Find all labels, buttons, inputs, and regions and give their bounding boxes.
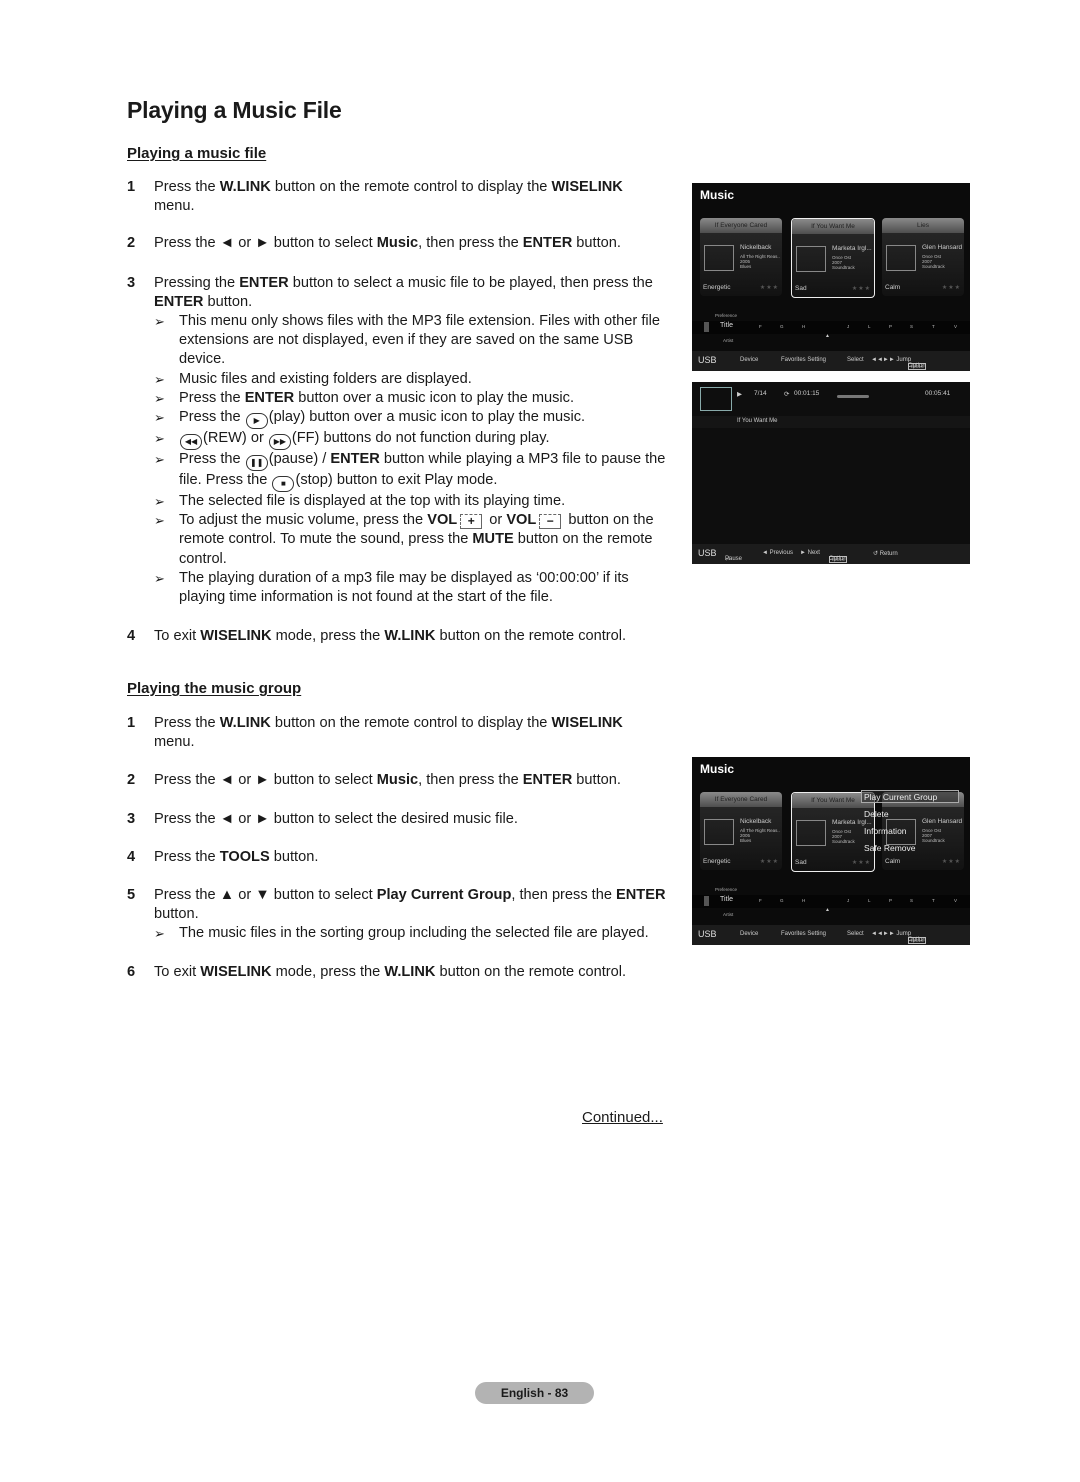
- menu-item-safe-remove[interactable]: Safe Remove: [864, 840, 937, 857]
- sort-preference: Preference: [715, 313, 738, 318]
- star-rating-icon: ★★★: [941, 285, 961, 291]
- page-title: Playing a Music File: [127, 97, 342, 123]
- select-button[interactable]: Select: [847, 931, 864, 937]
- minus-icon: −: [539, 514, 562, 530]
- jump-button[interactable]: ◄◄►► Jump: [871, 357, 911, 363]
- select-button[interactable]: Select: [847, 357, 864, 363]
- sort-current[interactable]: Title: [720, 322, 733, 329]
- star-rating-icon: ★★★: [759, 859, 779, 865]
- sort-artist: Artist: [723, 338, 734, 343]
- tv-screenshot-music-menu: Music If Everyone Cared Nickelback All The…: [692, 183, 970, 371]
- sort-artist: Artist: [723, 912, 734, 917]
- step-4: 4 Press the TOOLS button.: [127, 848, 319, 865]
- note: ➢ Music files and existing folders are di…: [154, 370, 472, 387]
- total-time: 00:05:41: [925, 390, 951, 397]
- star-rating-icon: ★★★: [941, 859, 961, 865]
- star-rating-icon: ★★★: [759, 285, 779, 291]
- section-title-playing-the-music-group: Playing the music group: [127, 680, 302, 697]
- stop-button-icon: ■: [272, 476, 295, 493]
- note: ➢ Press the ENTER button over a music ico…: [154, 389, 575, 406]
- song-title[interactable]: If You Want Me: [737, 418, 777, 424]
- menu-item-information[interactable]: Information: [864, 823, 937, 840]
- return-button[interactable]: ↺ Return: [873, 550, 898, 557]
- play-button-icon: ▶: [245, 413, 268, 430]
- step-1: 1 Press the W.LINK button on the remote c…: [127, 179, 623, 215]
- music-card[interactable]: If Everyone Cared Nickelback All The Right…: [700, 792, 782, 870]
- album-art: [704, 245, 734, 271]
- music-card[interactable]: If Everyone Cared Nickelback All The Right…: [700, 218, 782, 296]
- caret-up-icon: ▲: [825, 333, 830, 339]
- step-2: 2 Press the ◄ or ► button to select Music…: [127, 235, 621, 252]
- note: ➢ The selected file is displayed at the t…: [154, 493, 566, 510]
- rewind-button-icon: ◀◀: [180, 434, 202, 451]
- step-1: 1 Press the W.LINK button on the remote c…: [127, 715, 623, 751]
- fast-forward-button-icon: ▶▶: [268, 434, 291, 451]
- page-number-badge: English - 83: [475, 1382, 594, 1404]
- continued-label: Continued...: [582, 1109, 663, 1126]
- album-art: [796, 246, 826, 272]
- note: ➢ ◀◀ (REW) or ▶▶ (FF) buttons do not functi…: [127, 429, 667, 451]
- album-art: [886, 245, 916, 271]
- tv-footer: USB Device Favorites Setting Select ◄◄►►…: [692, 925, 970, 945]
- sort-icon: [704, 322, 709, 332]
- pause-button-icon: ❚❚: [245, 455, 268, 472]
- sort-current[interactable]: Title: [720, 896, 733, 903]
- track-counter: 7/14: [754, 390, 767, 397]
- tv-footer: USB Device Favorites Setting Select ◄◄►►…: [692, 351, 970, 371]
- plus-icon: +: [460, 514, 483, 530]
- device-button[interactable]: Device: [740, 931, 758, 937]
- play-icon: ▶: [737, 391, 742, 398]
- previous-button[interactable]: ◄ Previous: [762, 550, 793, 556]
- note: ➢ This menu only shows files with the MP3…: [154, 313, 660, 368]
- step-3: 3 Pressing the ENTER button to select a m…: [127, 274, 653, 310]
- sort-preference: Preference: [715, 887, 738, 892]
- step-4: 4 To exit WISELINK mode, press the W.LINK…: [127, 628, 627, 645]
- step-3: 3 Press the ◄ or ► button to select the d…: [127, 810, 518, 827]
- step-5: 5 Press the ▲ or ▼ button to select Play …: [127, 887, 666, 923]
- device-button[interactable]: Device: [740, 357, 758, 363]
- jump-button[interactable]: ◄◄►► Jump: [871, 931, 911, 937]
- music-card-selected[interactable]: If You Want Me Marketa Irgl... Once Ost 20…: [791, 792, 875, 872]
- note: ➢ The music files in the sorting group in…: [154, 925, 649, 942]
- tv-screenshot-player: ▶ 7/14 ⟳ 00:01:15 00:05:41 If You Want M…: [692, 382, 970, 564]
- playlist-row: [692, 416, 970, 428]
- note: ➢ Press the ▶ (play) button over a music i…: [127, 408, 667, 430]
- volume-bar[interactable]: [837, 395, 869, 398]
- tv-title: Music: [700, 762, 735, 776]
- tools-popup-menu: Play Current Group Delete Information Sa…: [861, 789, 959, 857]
- letter-index[interactable]: FGHJLPSTV: [754, 898, 964, 906]
- elapsed-time: 00:01:15: [794, 390, 820, 397]
- tv-title: Music: [700, 188, 735, 202]
- star-rating-icon: ★★★: [851, 860, 871, 866]
- music-card[interactable]: LiesGlen HansardOnce Ost 2007 Soundtrack…: [882, 218, 964, 296]
- caret-up-icon: ▲: [825, 907, 830, 913]
- step-2: 2 Press the ◄ or ► button to select Music…: [127, 772, 621, 789]
- favorites-setting-button[interactable]: Favorites Setting: [781, 931, 826, 937]
- section2-steps: 1 Press the W.LINK button on the remote c…: [127, 714, 667, 982]
- menu-item-play-current-group[interactable]: Play Current Group: [864, 789, 937, 806]
- letter-index[interactable]: FGHJLPSTV: [754, 324, 964, 332]
- star-rating-icon: ★★★: [851, 286, 871, 292]
- step-6: 6 To exit WISELINK mode, press the W.LINK…: [127, 963, 627, 980]
- menu-item-delete[interactable]: Delete: [864, 806, 937, 823]
- favorites-setting-button[interactable]: Favorites Setting: [781, 357, 826, 363]
- section-title-playing-a-music-file: Playing a music file: [127, 145, 267, 162]
- note: ➢ The playing duration of a mp3 file may …: [154, 569, 629, 606]
- tv-screenshot-tools-menu: Music If Everyone Cared Nickelback All The…: [692, 757, 970, 945]
- music-card-selected[interactable]: If You Want Me Marketa Irgl... Once Ost 20…: [791, 218, 875, 298]
- section1-steps: 1 Press the W.LINK button on the remote c…: [127, 178, 667, 646]
- sort-icon: [704, 896, 709, 906]
- next-button[interactable]: ► Next: [800, 550, 820, 556]
- tv-footer: USB ⏎ Pause ◄ Previous ► Next TOOLS Optio…: [692, 544, 970, 564]
- repeat-icon: ⟳: [784, 391, 790, 398]
- note: ➢ Press the ❚❚ (pause) / ENTER button whil…: [127, 450, 667, 493]
- note: ➢ To adjust the music volume, press the V…: [154, 512, 654, 567]
- album-art: [796, 820, 826, 846]
- album-art: [704, 819, 734, 845]
- album-art: [700, 387, 732, 411]
